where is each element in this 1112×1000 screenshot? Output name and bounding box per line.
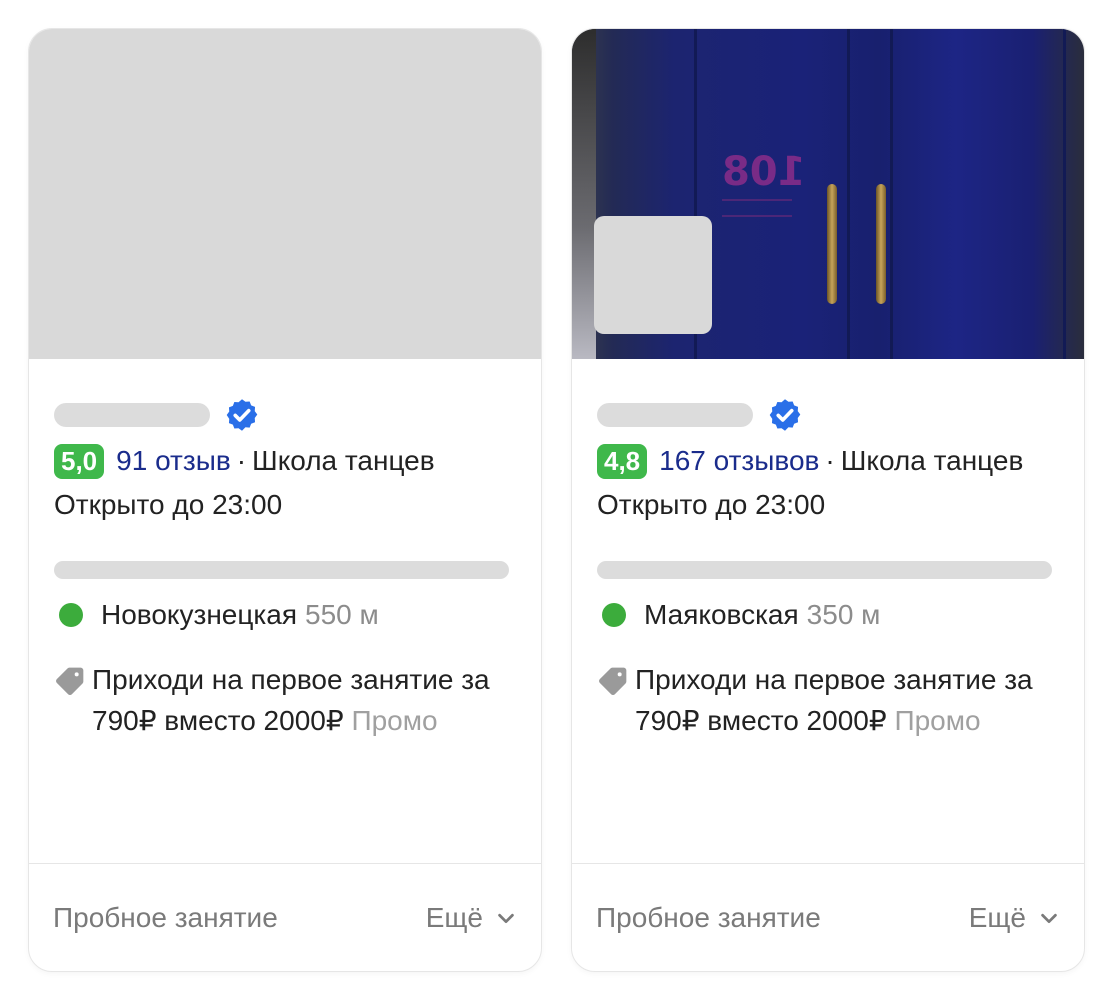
title-skeleton — [597, 403, 753, 427]
rating-row: 4,8 167 отзывов · Школа танцев — [597, 443, 1054, 479]
reviews-link[interactable]: 91 отзыв — [116, 443, 231, 479]
trial-class-button[interactable]: Пробное занятие — [53, 902, 278, 934]
card-footer: Пробное занятие Ещё — [29, 863, 541, 971]
promo-block[interactable]: Приходи на первое занятие за 790₽ вместо… — [597, 659, 1064, 741]
metro-distance: 350 м — [806, 599, 881, 630]
metro-row: Маяковская 350 м — [602, 597, 880, 633]
photo-placeholder[interactable] — [29, 29, 541, 359]
promo-text: Приходи на первое занятие за 790₽ вместо… — [92, 659, 521, 741]
door-handle — [876, 184, 886, 304]
verified-icon — [226, 399, 258, 431]
promo-badge: Промо — [351, 705, 438, 736]
metro-station: Маяковская — [644, 599, 799, 630]
tag-icon — [599, 667, 627, 695]
metro-line-icon — [59, 603, 83, 627]
chevron-down-icon — [1041, 913, 1057, 923]
more-button[interactable]: Ещё — [969, 902, 1060, 934]
title-row — [54, 397, 260, 433]
org-photo[interactable]: 108 — [572, 29, 1084, 359]
category-label: Школа танцев — [840, 445, 1024, 476]
category-label: Школа танцев — [252, 445, 435, 476]
separator: · — [825, 445, 835, 476]
more-label: Ещё — [968, 901, 1026, 933]
opening-hours: Открыто до 23:00 — [597, 489, 826, 520]
metro-distance: 550 м — [305, 599, 379, 630]
metro-row: Новокузнецкая 550 м — [59, 597, 379, 633]
rating-badge: 5,0 — [54, 443, 105, 479]
more-label: Ещё — [425, 901, 483, 933]
cards-list: 5,0 91 отзыв · Школа танцев Открыто до 2… — [0, 0, 1112, 1000]
logo-placeholder — [594, 216, 712, 334]
more-button[interactable]: Ещё — [426, 902, 517, 934]
rating-row: 5,0 91 отзыв · Школа танцев — [54, 443, 511, 479]
org-card[interactable]: 108 4,8 167 отзывов · Школа танцев Откры… — [571, 28, 1085, 972]
card-footer: Пробное занятие Ещё — [572, 863, 1084, 971]
trial-class-button[interactable]: Пробное занятие — [596, 902, 821, 934]
opening-hours: Открыто до 23:00 — [54, 489, 283, 520]
address-skeleton — [597, 561, 1052, 579]
metro-line-icon — [602, 603, 626, 627]
door-handle — [827, 184, 837, 304]
tag-icon — [56, 667, 84, 695]
metro-station: Новокузнецкая — [101, 599, 297, 630]
separator: · — [236, 445, 247, 476]
verified-icon — [769, 399, 801, 431]
title-skeleton — [54, 403, 210, 427]
photo-wall — [572, 29, 596, 359]
chevron-down-icon — [498, 913, 514, 923]
photo-door-right — [890, 29, 1066, 359]
promo-badge: Промо — [894, 705, 981, 736]
promo-block[interactable]: Приходи на первое занятие за 790₽ вместо… — [54, 659, 521, 741]
photo-sign-caption — [722, 199, 792, 217]
title-row — [597, 397, 803, 433]
address-skeleton — [54, 561, 509, 579]
org-card[interactable]: 5,0 91 отзыв · Школа танцев Открыто до 2… — [28, 28, 542, 972]
promo-text: Приходи на первое занятие за 790₽ вместо… — [635, 659, 1064, 741]
reviews-link[interactable]: 167 отзывов — [659, 443, 819, 479]
rating-badge: 4,8 — [597, 443, 648, 479]
photo-sign: 108 — [722, 149, 806, 195]
